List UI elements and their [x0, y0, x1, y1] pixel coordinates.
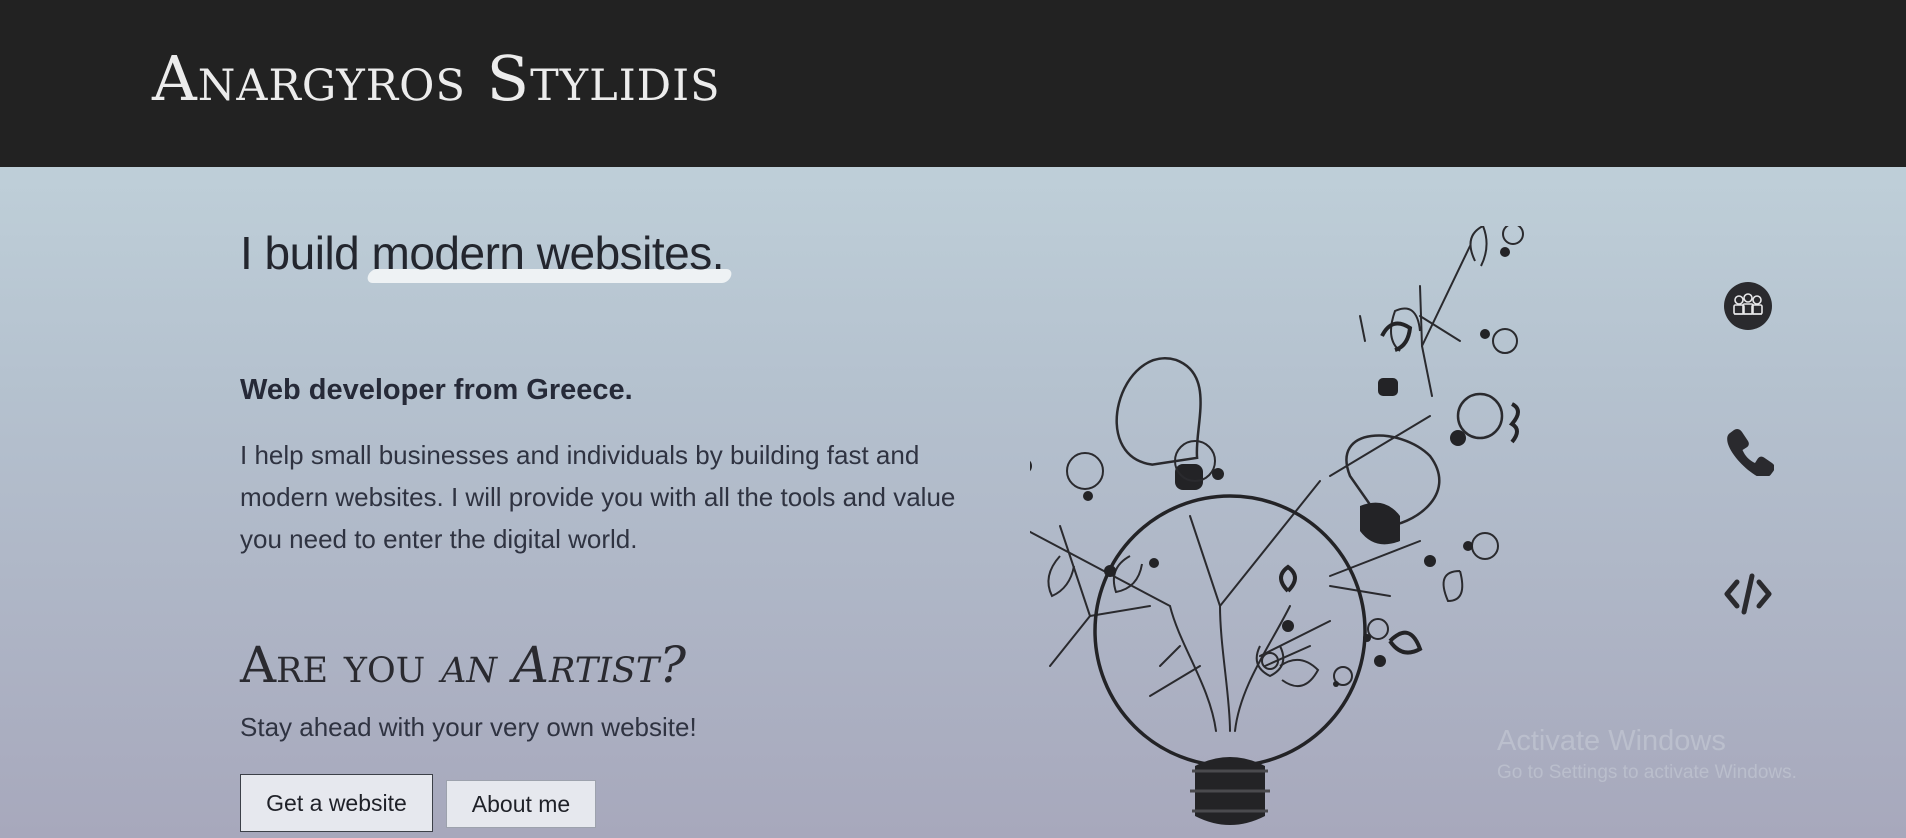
artist-heading-prefix: Are you — [240, 636, 442, 694]
site-brand[interactable]: Anargyros Stylidis — [152, 42, 721, 115]
watermark-subtitle: Go to Settings to activate Windows. — [1497, 762, 1797, 783]
get-website-button[interactable]: Get a website — [240, 774, 433, 832]
watermark-title: Activate Windows — [1497, 725, 1726, 757]
artist-heading: Are you an Artist? — [240, 636, 686, 694]
hero-subtitle: Web developer from Greece. — [240, 374, 633, 406]
site-header: Anargyros Stylidis — [0, 0, 1906, 167]
code-icon[interactable] — [1722, 568, 1774, 620]
phone-icon[interactable] — [1722, 424, 1774, 476]
hero-title: I build modern websites. — [240, 226, 725, 280]
team-icon[interactable] — [1722, 280, 1774, 332]
hero-title-highlight: modern websites. — [371, 227, 725, 279]
hero-title-prefix: I build — [240, 227, 372, 279]
artist-subtext: Stay ahead with your very own website! — [240, 712, 697, 742]
activate-windows-watermark: Activate Windows Go to Settings to activ… — [1497, 725, 1797, 784]
about-me-button[interactable]: About me — [446, 780, 596, 828]
hero-intro: I help small businesses and individuals … — [240, 440, 956, 554]
artist-heading-emph: an Artist? — [441, 636, 687, 694]
